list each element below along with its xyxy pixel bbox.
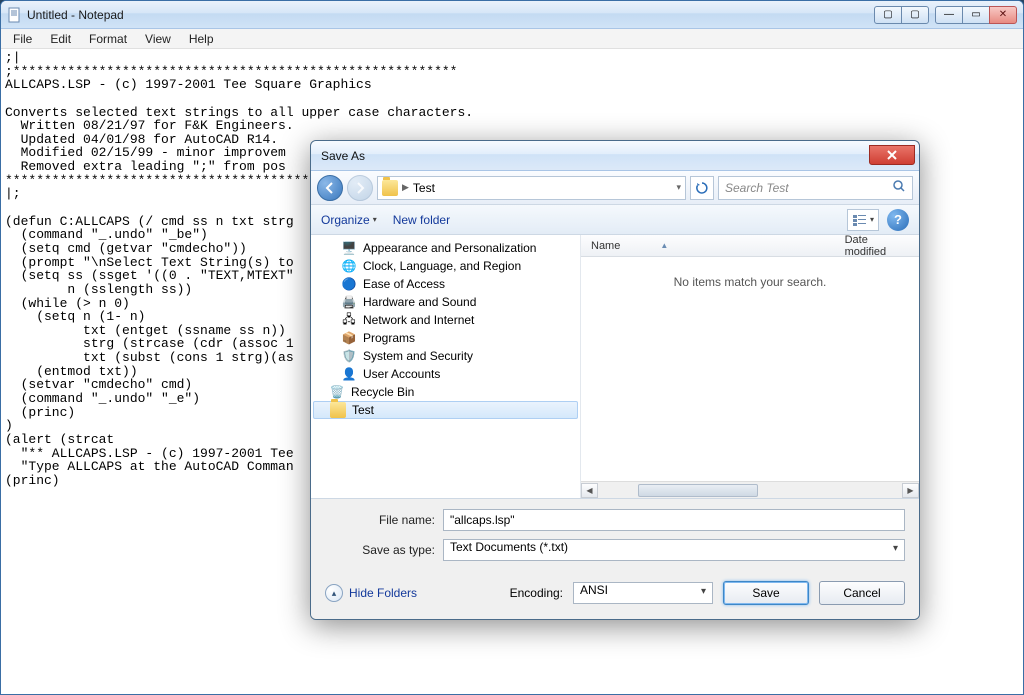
view-options-button[interactable]: ▾: [847, 209, 879, 231]
menu-edit[interactable]: Edit: [42, 30, 79, 48]
forward-button[interactable]: [347, 175, 373, 201]
chevron-down-icon[interactable]: ▾: [676, 182, 681, 193]
tree-item[interactable]: 👤User Accounts: [311, 365, 580, 383]
dialog-toolbar: Organize ▾ New folder ▾ ?: [311, 205, 919, 235]
menu-help[interactable]: Help: [181, 30, 222, 48]
savetype-label: Save as type:: [325, 543, 443, 557]
notepad-titlebar[interactable]: Untitled - Notepad ▢ ▢ — ▭ ✕: [1, 1, 1023, 29]
close-button[interactable]: ✕: [989, 6, 1017, 24]
help-button[interactable]: ?: [887, 209, 909, 231]
content-area: 🖥️Appearance and Personalization 🌐Clock,…: [311, 235, 919, 499]
menu-file[interactable]: File: [5, 30, 40, 48]
maximize-button[interactable]: ▭: [962, 6, 990, 24]
encoding-combo[interactable]: ANSI: [573, 582, 713, 604]
scroll-left-button[interactable]: ◀: [581, 483, 598, 498]
notepad-icon: [7, 7, 23, 23]
search-input[interactable]: Search Test: [718, 176, 913, 200]
menubar: File Edit Format View Help: [1, 29, 1023, 49]
breadcrumb[interactable]: ▶ Test ▾: [377, 176, 686, 200]
scroll-track[interactable]: [598, 483, 902, 498]
search-icon: [892, 179, 906, 196]
user-icon: 👤: [341, 366, 357, 382]
sort-indicator-icon: ▲: [660, 241, 668, 250]
globe-icon: 🌐: [341, 258, 357, 274]
printer-icon: 🖨️: [341, 294, 357, 310]
chevron-down-icon: ▾: [870, 215, 874, 224]
scroll-thumb[interactable]: [638, 484, 758, 497]
tree-item[interactable]: 🔵Ease of Access: [311, 275, 580, 293]
tree-item[interactable]: 🌐Clock, Language, and Region: [311, 257, 580, 275]
dialog-fields: File name: Save as type: Text Documents …: [311, 499, 919, 573]
window-controls: — ▭ ✕: [935, 6, 1017, 24]
dialog-titlebar[interactable]: Save As: [311, 141, 919, 171]
save-as-dialog: Save As ▶ Test ▾ Search Test Orga: [310, 140, 920, 620]
column-header-name[interactable]: Name ▲: [581, 240, 835, 252]
accessibility-icon: 🔵: [341, 276, 357, 292]
horizontal-scrollbar[interactable]: ◀ ▶: [581, 481, 919, 498]
nav-tree[interactable]: 🖥️Appearance and Personalization 🌐Clock,…: [311, 235, 581, 498]
tree-item[interactable]: 🛡️System and Security: [311, 347, 580, 365]
scroll-right-button[interactable]: ▶: [902, 483, 919, 498]
tree-item-recycle-bin[interactable]: 🗑️Recycle Bin: [311, 383, 580, 401]
breadcrumb-location[interactable]: Test: [413, 181, 435, 195]
folder-icon: [330, 402, 346, 418]
aux-button-2[interactable]: ▢: [901, 6, 929, 24]
dialog-navbar: ▶ Test ▾ Search Test: [311, 171, 919, 205]
recycle-bin-icon: 🗑️: [329, 384, 345, 400]
notepad-title: Untitled - Notepad: [27, 8, 868, 22]
back-button[interactable]: [317, 175, 343, 201]
monitor-icon: 🖥️: [341, 240, 357, 256]
search-placeholder: Search Test: [725, 181, 789, 195]
aux-button-1[interactable]: ▢: [874, 6, 902, 24]
menu-format[interactable]: Format: [81, 30, 135, 48]
cancel-button[interactable]: Cancel: [819, 581, 905, 605]
network-icon: 🖧: [341, 312, 357, 328]
tree-item[interactable]: 🖨️Hardware and Sound: [311, 293, 580, 311]
filename-label: File name:: [325, 513, 443, 527]
dialog-bottom-row: ▴ Hide Folders Encoding: ANSI Save Cance…: [311, 573, 919, 619]
tree-item[interactable]: 📦Programs: [311, 329, 580, 347]
save-button[interactable]: Save: [723, 581, 809, 605]
shield-icon: 🛡️: [341, 348, 357, 364]
minimize-button[interactable]: —: [935, 6, 963, 24]
dialog-title: Save As: [321, 149, 869, 163]
column-header-date[interactable]: Date modified: [835, 235, 919, 258]
empty-message: No items match your search.: [581, 257, 919, 481]
tree-item[interactable]: 🖧Network and Internet: [311, 311, 580, 329]
tree-item[interactable]: 🖥️Appearance and Personalization: [311, 239, 580, 257]
dialog-close-button[interactable]: [869, 145, 915, 165]
file-list-pane: Name ▲ Date modified No items match your…: [581, 235, 919, 498]
chevron-right-icon[interactable]: ▶: [402, 182, 409, 193]
new-folder-button[interactable]: New folder: [393, 213, 450, 227]
programs-icon: 📦: [341, 330, 357, 346]
savetype-combo[interactable]: Text Documents (*.txt): [443, 539, 905, 561]
column-headers: Name ▲ Date modified: [581, 235, 919, 257]
tree-item-test[interactable]: Test: [313, 401, 578, 419]
hide-folders-button[interactable]: ▴ Hide Folders: [325, 584, 417, 602]
aux-button-group: ▢ ▢: [874, 6, 929, 24]
chevron-down-icon: ▾: [373, 215, 377, 224]
refresh-button[interactable]: [690, 176, 714, 200]
encoding-label: Encoding:: [510, 586, 563, 600]
collapse-icon: ▴: [325, 584, 343, 602]
menu-view[interactable]: View: [137, 30, 179, 48]
folder-icon: [382, 180, 398, 196]
filename-input[interactable]: [443, 509, 905, 531]
organize-button[interactable]: Organize ▾: [321, 213, 377, 227]
